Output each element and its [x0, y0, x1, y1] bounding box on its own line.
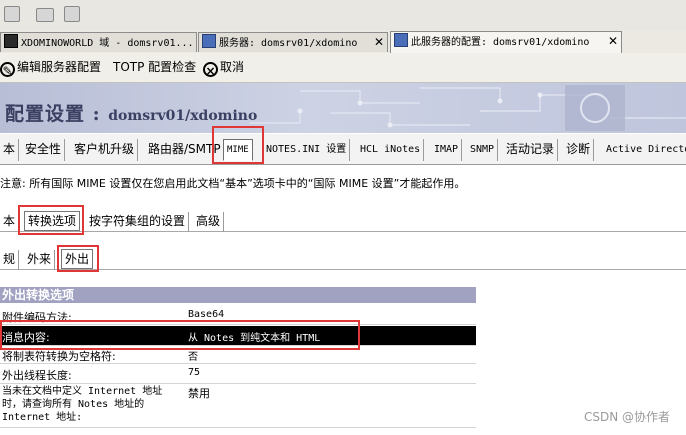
- tab-to-space-value[interactable]: 否: [188, 348, 198, 363]
- tab-security[interactable]: 安全性: [22, 139, 66, 161]
- header-banner: 配置设置 : domsrv01/xdomino: [0, 83, 686, 133]
- cancel-label: 取消: [220, 60, 245, 74]
- attachment-encoding-value[interactable]: Base64: [188, 309, 224, 320]
- tab-server-config[interactable]: 此服务器的配置: domsrv01/xdomino ✕: [390, 31, 622, 53]
- watermark: CSDN @协作者: [583, 410, 670, 424]
- subtab-charset-groups[interactable]: 按字符集组的设置: [86, 212, 190, 232]
- close-icon[interactable]: ✕: [608, 32, 618, 51]
- tab-notes-ini[interactable]: NOTES.INI 设置: [263, 139, 351, 161]
- subtab-basics[interactable]: 本: [0, 212, 20, 232]
- tab-imap[interactable]: IMAP: [431, 139, 463, 161]
- tab-snmp[interactable]: SNMP: [467, 139, 499, 161]
- internet-lookup-label: 当未在文档中定义 Internet 地址 时，请查询所有 Notes 地址的 I…: [2, 385, 162, 424]
- tab-server-config-label: 此服务器的配置: domsrv01/xdomino: [411, 37, 590, 48]
- back-icon[interactable]: [4, 6, 20, 22]
- row-tab-to-space: 将制表符转换为空格符: 否: [0, 347, 476, 364]
- subsubtab-general[interactable]: 规: [0, 250, 20, 270]
- tab-active-directory[interactable]: Active Directo: [603, 139, 686, 161]
- server-doc-icon: [202, 34, 216, 48]
- tab-server-label: 服务器: domsrv01/xdomino: [219, 38, 358, 49]
- tab-client-upgrade[interactable]: 客户机升级: [71, 139, 139, 161]
- tab-activity-log[interactable]: 活动记录: [503, 139, 559, 161]
- subtab-advanced[interactable]: 高级: [193, 212, 225, 232]
- close-circle-icon: ×: [203, 62, 218, 78]
- line-length-label: 外出线程长度:: [2, 369, 72, 382]
- highlight-message-content: [0, 320, 360, 350]
- edit-config-label: 编辑服务器配置: [17, 60, 102, 74]
- home-icon[interactable]: [36, 8, 54, 22]
- tab-diagnostics[interactable]: 诊断: [563, 139, 595, 161]
- tab-basics[interactable]: 本: [0, 139, 20, 161]
- totp-check-button[interactable]: TOTP 配置检查: [113, 53, 196, 81]
- main-tab-bar: 本 安全性 客户机升级 路由器/SMTP MIME NOTES.INI 设置 H…: [0, 134, 686, 165]
- tab-to-space-label: 将制表符转换为空格符:: [2, 350, 116, 363]
- line-length-value[interactable]: 75: [188, 367, 200, 378]
- row-internet-lookup: 当未在文档中定义 Internet 地址 时，请查询所有 Notes 地址的 I…: [0, 384, 476, 428]
- page-title-text: 配置设置 :: [5, 103, 101, 125]
- highlight-conversion-tab: [18, 205, 84, 235]
- edit-config-button[interactable]: ✎ 编辑服务器配置: [0, 53, 101, 81]
- page-title-server: domsrv01/xdomino: [108, 108, 258, 124]
- top-toolbar: [0, 0, 686, 31]
- page-title: 配置设置 : domsrv01/xdomino: [5, 99, 257, 126]
- print-icon[interactable]: [64, 6, 80, 22]
- section-header: 外出转换选项: [0, 287, 476, 303]
- mime-note: 注意: 所有国际 MIME 设置仅在您启用此文档“基本”选项卡中的“国际 MIM…: [0, 177, 466, 190]
- tab-domain-label: XDOMINOWORLD 域 - domsrv01...: [21, 38, 194, 49]
- highlight-mime-tab: [212, 126, 264, 164]
- row-line-length: 外出线程长度: 75: [0, 364, 476, 384]
- highlight-outbound-tab: [57, 245, 99, 272]
- internet-lookup-value[interactable]: 禁用: [188, 385, 210, 401]
- config-doc-icon: [394, 33, 408, 47]
- tab-server[interactable]: 服务器: domsrv01/xdomino ✕: [198, 32, 388, 52]
- subsub-tab-line: [0, 269, 686, 270]
- action-bar: ✎ 编辑服务器配置 TOTP 配置检查 × 取消: [0, 53, 686, 83]
- cancel-button[interactable]: × 取消: [203, 53, 244, 81]
- subsubtab-inbound[interactable]: 外来: [24, 250, 56, 270]
- tab-hcl-inotes[interactable]: HCL iNotes: [357, 139, 425, 161]
- totp-check-label: TOTP 配置检查: [113, 60, 197, 74]
- internet-lookup-label-3: Internet 地址:: [2, 412, 83, 423]
- close-icon[interactable]: ✕: [374, 33, 384, 52]
- window-tab-strip: XDOMINOWORLD 域 - domsrv01... 服务器: domsrv…: [0, 30, 686, 53]
- internet-lookup-label-1: 当未在文档中定义 Internet 地址: [2, 386, 163, 397]
- tab-domain[interactable]: XDOMINOWORLD 域 - domsrv01...: [0, 32, 197, 52]
- domain-icon: [4, 34, 18, 48]
- internet-lookup-label-2: 时，请查询所有 Notes 地址的: [2, 399, 145, 410]
- pencil-icon: ✎: [0, 62, 15, 78]
